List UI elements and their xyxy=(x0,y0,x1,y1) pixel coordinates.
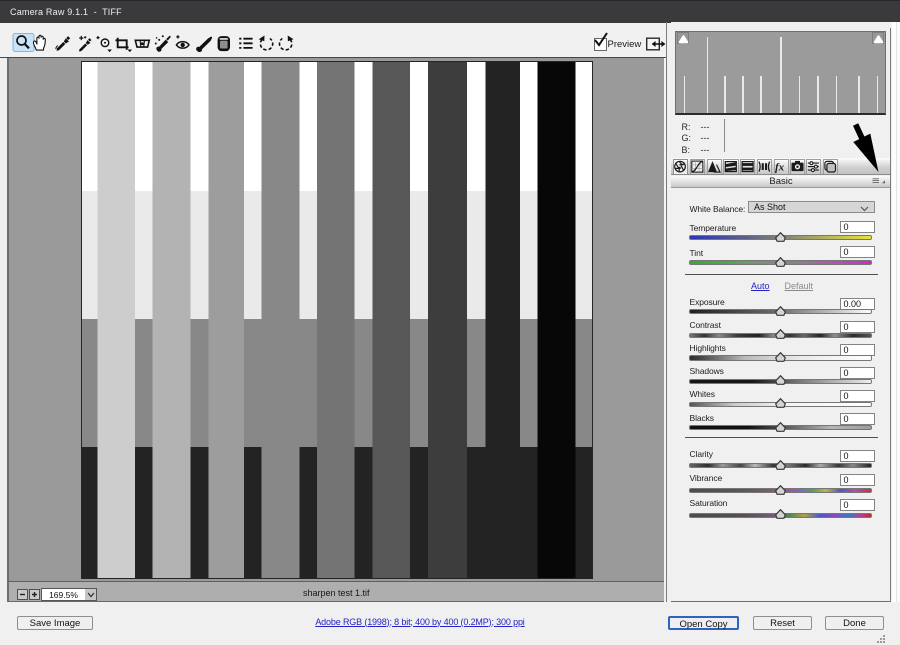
svg-text:fx: fx xyxy=(775,161,785,173)
